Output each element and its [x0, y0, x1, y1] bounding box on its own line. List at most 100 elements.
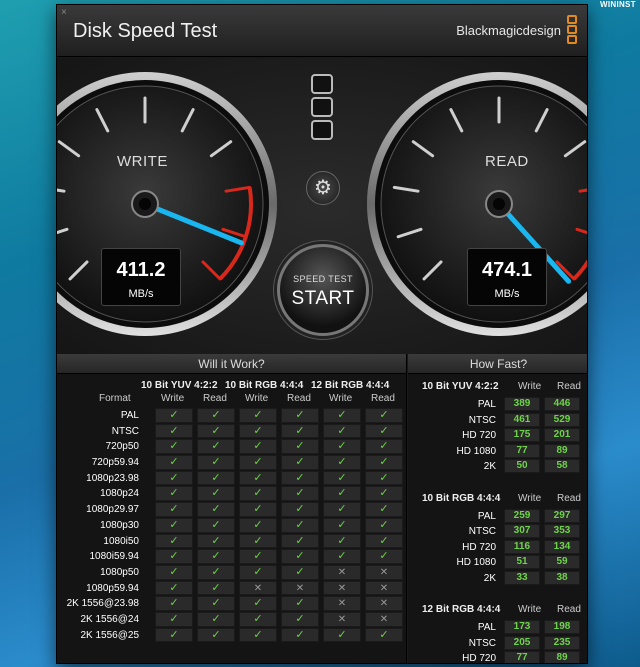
start-button-label: START	[291, 288, 355, 309]
table-row: 1080i59.94 ✓ ✓ ✓ ✓ ✓ ✓	[57, 549, 407, 565]
subcolumn-header: Read	[287, 393, 311, 404]
check-icon: ✓	[323, 627, 361, 643]
check-icon: ✓	[197, 533, 235, 549]
write-speed-cell: 175	[504, 428, 540, 442]
check-icon: ✓	[281, 439, 319, 455]
read-speed-cell: 89	[544, 443, 580, 458]
read-speed-cell: 235	[544, 635, 580, 650]
format-label: 2K 1556@23.98	[66, 598, 139, 610]
subcolumn-header: Write	[161, 393, 185, 404]
check-icon: ✓	[239, 470, 277, 486]
close-icon[interactable]: ×	[61, 7, 67, 18]
format-label: NTSC	[468, 414, 496, 426]
table-row: NTSC ✓ ✓ ✓ ✓ ✓ ✓	[57, 423, 407, 440]
how-fast-row: NTSC 461 529	[408, 412, 587, 428]
write-speed-cell: 461	[504, 412, 540, 427]
check-icon: ✓	[323, 423, 361, 439]
format-column-header: Format	[99, 393, 131, 404]
read-gauge-label: READ	[485, 153, 529, 170]
table-row: 1080p59.94 ✓ ✓ ✕ ✕ ✕ ✕	[57, 580, 407, 597]
read-speed-unit: MB/s	[494, 288, 520, 300]
read-speed-cell: 297	[544, 508, 580, 523]
check-icon: ✓	[239, 439, 277, 455]
read-speed-cell: 353	[544, 524, 580, 538]
check-icon: ✓	[197, 580, 235, 596]
format-label: 1080p50	[100, 566, 139, 578]
check-icon: ✓	[197, 564, 235, 580]
will-it-work-title: Will it Work?	[57, 354, 406, 374]
check-icon: ✓	[197, 408, 235, 423]
check-icon: ✓	[197, 470, 235, 486]
start-button-caption: SPEED TEST	[293, 274, 353, 284]
write-speed-cell: 77	[504, 651, 540, 663]
read-speed-cell: 201	[544, 428, 580, 442]
write-speed-cell: 205	[504, 635, 540, 650]
read-speed-cell: 446	[544, 397, 580, 411]
how-fast-row: PAL 173 198	[408, 620, 587, 635]
check-icon: ✓	[365, 455, 403, 470]
format-label: 2K	[483, 572, 496, 584]
check-icon: ✓	[281, 502, 319, 517]
check-icon: ✓	[155, 455, 193, 470]
gear-icon[interactable]: ⚙	[306, 171, 340, 205]
check-icon: ✓	[197, 596, 235, 611]
mode-button-1[interactable]	[311, 74, 333, 94]
mode-button-3[interactable]	[311, 120, 333, 140]
check-icon: ✓	[197, 502, 235, 517]
check-icon: ✓	[197, 627, 235, 643]
how-fast-row: NTSC 307 353	[408, 524, 587, 539]
table-row: 720p50 ✓ ✓ ✓ ✓ ✓ ✓	[57, 439, 407, 455]
check-icon: ✓	[239, 502, 277, 517]
check-icon: ✓	[281, 455, 319, 470]
how-fast-title: How Fast?	[408, 354, 587, 374]
check-icon: ✓	[365, 423, 403, 439]
check-icon: ✓	[197, 455, 235, 470]
check-icon: ✓	[323, 502, 361, 517]
table-row: PAL ✓ ✓ ✓ ✓ ✓ ✓	[57, 408, 407, 424]
will-it-work-table: PAL ✓ ✓ ✓ ✓ ✓ ✓ NTSC ✓ ✓ ✓ ✓ ✓ ✓ 720p50 ✓ ✓ ✓ ✓ ✓ ✓ 720p59.94…	[57, 408, 407, 643]
check-icon: ✓	[197, 549, 235, 564]
table-row: 720p59.94 ✓ ✓ ✓ ✓ ✓ ✓	[57, 455, 407, 471]
read-column-header: Read	[557, 381, 581, 392]
how-fast-row: HD 720 116 134	[408, 539, 587, 555]
group-header: 10 Bit YUV 4:2:2	[141, 380, 218, 391]
check-icon: ✓	[323, 408, 361, 423]
write-speed-value: 411.2	[116, 259, 166, 281]
format-label: PAL	[477, 622, 496, 633]
check-icon: ✓	[281, 564, 319, 580]
section-name: 12 Bit RGB 4:4:4	[422, 604, 501, 615]
check-icon: ✓	[365, 549, 403, 564]
check-icon: ✓	[239, 596, 277, 611]
format-label: NTSC	[468, 637, 496, 649]
write-speed-cell: 50	[504, 459, 540, 473]
group-header: 12 Bit RGB 4:4:4	[311, 380, 390, 391]
start-button[interactable]: SPEED TEST START	[277, 244, 369, 336]
check-icon: ✓	[281, 486, 319, 502]
check-icon: ✓	[365, 470, 403, 486]
check-icon: ✓	[239, 627, 277, 643]
check-icon: ✓	[365, 408, 403, 423]
format-label: HD 720	[462, 541, 496, 553]
write-readout: 411.2 MB/s	[101, 248, 181, 306]
read-column-header: Read	[557, 492, 581, 504]
check-icon: ✓	[155, 549, 193, 564]
check-icon: ✓	[365, 502, 403, 517]
cross-icon: ✕	[365, 596, 403, 611]
check-icon: ✓	[365, 439, 403, 455]
read-speed-cell: 58	[544, 459, 580, 473]
write-column-header: Write	[518, 492, 542, 504]
check-icon: ✓	[197, 517, 235, 533]
write-speed-unit: MB/s	[128, 288, 154, 300]
mode-button-2[interactable]	[311, 97, 333, 117]
write-speed-cell: 307	[504, 524, 540, 538]
format-label: NTSC	[468, 526, 496, 537]
disk-speed-test-window: × Disk Speed Test Blackmagicdesign WRITE…	[56, 4, 588, 664]
format-label: 1080i59.94	[89, 551, 140, 563]
write-speed-cell: 173	[504, 620, 540, 634]
check-icon: ✓	[323, 439, 361, 455]
format-label: PAL	[477, 399, 496, 410]
check-icon: ✓	[155, 533, 193, 549]
write-speed-cell: 51	[504, 555, 540, 569]
read-speed-cell: 134	[544, 539, 580, 554]
write-column-header: Write	[518, 604, 542, 615]
